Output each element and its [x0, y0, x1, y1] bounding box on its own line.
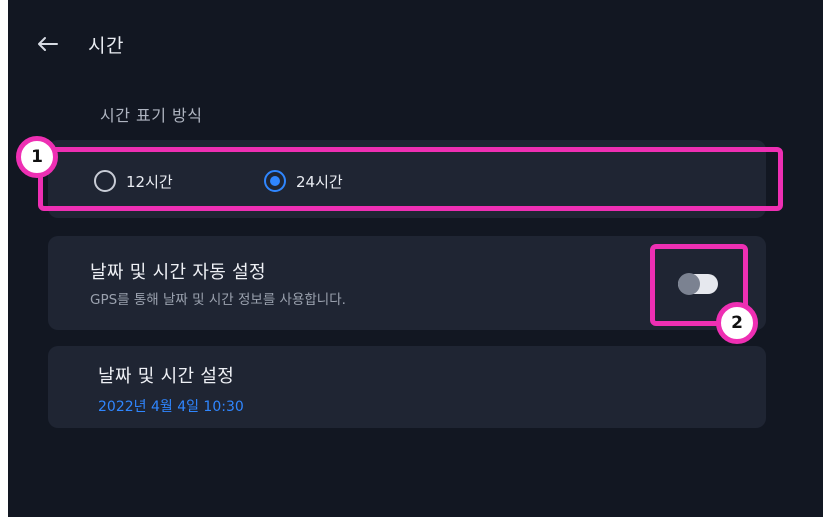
- auto-datetime-title: 날짜 및 시간 자동 설정: [90, 262, 266, 283]
- time-format-section-label: 시간 표기 방식: [100, 106, 203, 125]
- annotation-badge-2: 2: [716, 302, 758, 344]
- page-title: 시간: [88, 34, 124, 57]
- auto-datetime-description: GPS를 통해 날짜 및 시간 정보를 사용합니다.: [90, 292, 346, 308]
- manual-datetime-title[interactable]: 날짜 및 시간 설정: [98, 362, 234, 388]
- manual-datetime-value: 2022년 4월 4일 10:30: [98, 399, 244, 415]
- highlight-box-1: [38, 147, 783, 211]
- manual-datetime-card[interactable]: 날짜 및 시간 설정 2022년 4월 4일 10:30: [48, 346, 766, 428]
- header: 시간: [36, 26, 124, 62]
- arrow-left-icon[interactable]: [36, 32, 66, 56]
- annotation-badge-1: 1: [16, 136, 58, 178]
